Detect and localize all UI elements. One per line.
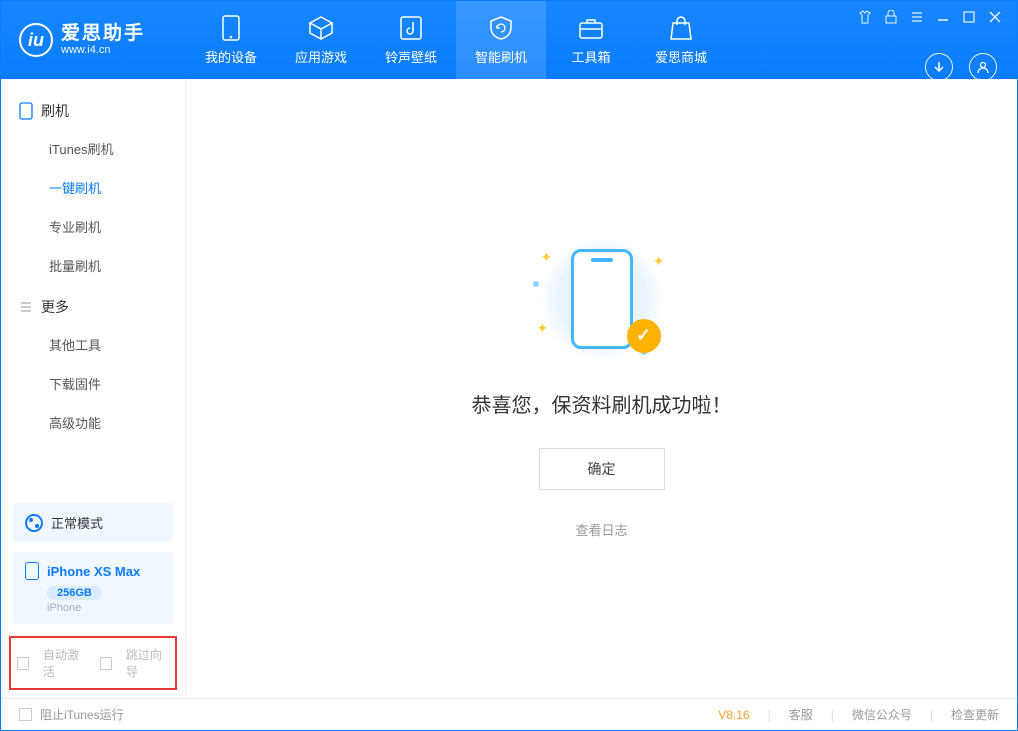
tab-ringtone[interactable]: 铃声壁纸 [366,1,456,79]
window-controls [857,1,1017,25]
phone-outline-icon [19,102,33,120]
ok-button[interactable]: 确定 [539,448,665,490]
logo-area: iu 爱思助手 www.i4.cn [1,1,186,79]
menu-icon[interactable] [909,9,925,25]
phone-icon [25,562,39,580]
close-button[interactable] [987,9,1003,25]
separator: | [831,708,834,722]
device-type: iPhone [47,602,161,614]
tab-smart-flash[interactable]: 智能刷机 [456,1,546,79]
opt-auto-activate-label: 自动激活 [43,646,86,680]
view-log-link[interactable]: 查看日志 [575,520,627,539]
checkbox-skip-guide[interactable] [100,657,112,670]
body: 刷机 iTunes刷机 一键刷机 专业刷机 批量刷机 更多 其他工具 下载固件 … [1,79,1017,698]
statusbar: 阻止iTunes运行 V8.16 | 客服 | 微信公众号 | 检查更新 [1,698,1017,730]
checkbox-auto-activate[interactable] [17,657,29,670]
sidebar-item-batch-flash[interactable]: 批量刷机 [1,246,185,285]
success-message: 恭喜您，保资料刷机成功啦！ [472,389,732,418]
checkbox-block-itunes[interactable] [19,708,32,721]
download-button[interactable] [925,53,953,81]
illus-phone-icon [571,249,633,349]
app-name: 爱思助手 [61,24,145,45]
storage-badge: 256GB [47,586,102,600]
device-name: iPhone XS Max [47,564,140,579]
main-tabs: 我的设备 应用游戏 铃声壁纸 智能刷机 工具箱 爱思商城 [186,1,726,79]
shield-refresh-icon [488,15,514,41]
minimize-button[interactable] [935,9,951,25]
sidebar-item-itunes-flash[interactable]: iTunes刷机 [1,129,185,168]
wechat-link[interactable]: 微信公众号 [852,706,912,723]
support-link[interactable]: 客服 [789,706,813,723]
sidebar-section-flash: 刷机 iTunes刷机 一键刷机 专业刷机 批量刷机 [1,93,185,289]
main-content: ✦ ✦ ✦ ✓ 恭喜您，保资料刷机成功啦！ 确定 查看日志 [186,79,1017,698]
sidebar-bottom: 正常模式 iPhone XS Max 256GB iPhone 自动激活 跳过向… [1,503,185,698]
list-icon [19,300,33,314]
separator: | [768,708,771,722]
cube-icon [308,15,334,41]
device-info-box[interactable]: iPhone XS Max 256GB iPhone [13,552,173,624]
separator: | [930,708,933,722]
bag-icon [668,15,694,41]
user-button[interactable] [969,53,997,81]
checkmark-badge-icon: ✓ [627,319,661,353]
mode-icon [25,514,43,532]
toolbox-icon [578,15,604,41]
tab-label: 应用游戏 [295,47,347,66]
opt-skip-guide-label: 跳过向导 [126,646,169,680]
app-window: iu 爱思助手 www.i4.cn 我的设备 应用游戏 铃声壁纸 智能刷机 [0,0,1018,731]
device-mode-box[interactable]: 正常模式 [13,503,173,542]
app-url: www.i4.cn [61,44,145,56]
options-row: 自动激活 跳过向导 [9,636,177,690]
mode-label: 正常模式 [51,513,103,532]
sidebar: 刷机 iTunes刷机 一键刷机 专业刷机 批量刷机 更多 其他工具 下载固件 … [1,79,186,698]
tshirt-icon[interactable] [857,9,873,25]
tab-label: 我的设备 [205,47,257,66]
check-update-link[interactable]: 检查更新 [951,706,999,723]
sidebar-item-download-firmware[interactable]: 下载固件 [1,364,185,403]
sparkle-icon: ✦ [537,320,549,337]
tab-apps[interactable]: 应用游戏 [276,1,366,79]
tab-label: 铃声壁纸 [385,47,437,66]
sparkle-icon: ✦ [653,253,665,270]
lock-icon[interactable] [883,9,899,25]
tab-store[interactable]: 爱思商城 [636,1,726,79]
statusbar-right: V8.16 | 客服 | 微信公众号 | 检查更新 [718,706,999,723]
tab-label: 爱思商城 [655,47,707,66]
logo-text: 爱思助手 www.i4.cn [61,24,145,57]
sparkle-icon: ✦ [541,249,553,266]
maximize-button[interactable] [961,9,977,25]
tab-my-device[interactable]: 我的设备 [186,1,276,79]
success-illustration: ✦ ✦ ✦ ✓ [537,239,667,359]
block-itunes-label: 阻止iTunes运行 [40,706,124,723]
sidebar-item-advanced[interactable]: 高级功能 [1,403,185,442]
version-label: V8.16 [718,708,749,722]
section-title: 更多 [41,297,69,317]
device-name-row: iPhone XS Max [25,562,161,580]
music-icon [398,15,424,41]
sidebar-item-other-tools[interactable]: 其他工具 [1,325,185,364]
sidebar-section-more: 更多 其他工具 下载固件 高级功能 [1,289,185,446]
titlebar: iu 爱思助手 www.i4.cn 我的设备 应用游戏 铃声壁纸 智能刷机 [1,1,1017,79]
sidebar-item-onekey-flash[interactable]: 一键刷机 [1,168,185,207]
tab-label: 智能刷机 [475,47,527,66]
sidebar-head-more: 更多 [1,289,185,325]
tab-label: 工具箱 [571,47,610,66]
dot-icon [533,281,539,287]
sidebar-head-flash: 刷机 [1,93,185,129]
sidebar-item-pro-flash[interactable]: 专业刷机 [1,207,185,246]
section-title: 刷机 [41,101,69,121]
tab-toolbox[interactable]: 工具箱 [546,1,636,79]
header-circle-buttons [925,53,997,81]
phone-icon [218,15,244,41]
logo-icon: iu [19,23,53,57]
